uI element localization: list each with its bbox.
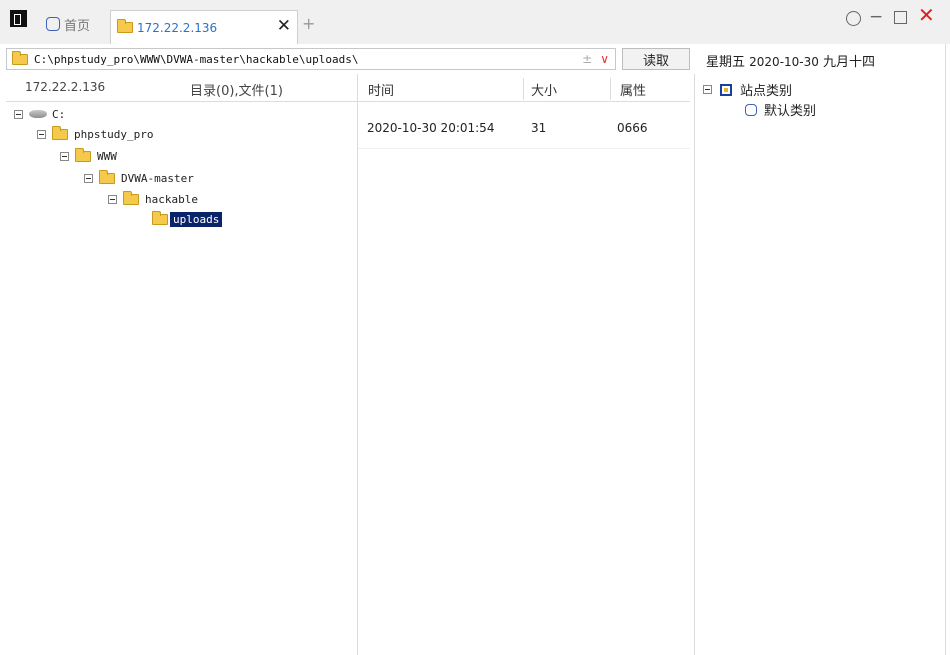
site-tree-item-label: 默认类别 [764,104,817,119]
tree-node-hackable[interactable]: hackable [108,190,198,207]
path-history-dropdown-icon[interactable]: ∨ [600,52,609,66]
tree-node-label: C: [52,107,66,121]
tree-node-drive-c[interactable]: C: [14,106,65,122]
folder-icon [117,19,133,33]
tree-node-label: WWW [97,149,117,163]
file-site-splitter[interactable] [694,74,695,655]
new-tab-icon[interactable]: + [302,14,315,33]
folder-icon [99,169,115,184]
app-logo-icon[interactable] [10,10,27,27]
tree-node-uploads[interactable]: uploads [152,210,223,227]
site-tree-root[interactable]: 站点类别 [703,80,792,99]
collapse-toggle-icon[interactable] [703,85,712,94]
dir-file-count: 目录(0),文件(1) [190,84,283,99]
path-bar[interactable]: C:\phpstudy_pro\WWW\DVWA-master\hackable… [6,48,616,70]
tab-home[interactable]: 首页 [46,12,90,36]
file-size: 31 [531,121,547,135]
minimize-icon[interactable]: − [869,8,883,26]
tree-node-phpstudy[interactable]: phpstudy_pro [37,125,154,142]
site-tree-root-label: 站点类别 [740,84,793,99]
window-close-icon[interactable]: ✕ [918,5,935,25]
title-bar: 首页 172.22.2.136 ✕ + − ✕ [0,0,950,44]
col-divider [523,78,524,100]
home-tab-icon [46,17,60,31]
collapse-toggle-icon[interactable] [60,151,69,161]
header-divider [6,101,690,102]
date-display: 星期五 2020-10-30 九月十四 [706,51,875,70]
right-border [945,44,946,655]
read-button[interactable]: 读取 [622,48,690,70]
path-input[interactable]: C:\phpstudy_pro\WWW\DVWA-master\hackable… [34,53,582,66]
window-menu-icon[interactable] [846,11,861,26]
maximize-icon[interactable] [894,11,907,24]
host-label: 172.22.2.136 [25,80,106,94]
collapse-toggle-icon[interactable] [14,109,23,119]
folder-open-icon [152,210,168,225]
tree-node-label: DVWA-master [121,171,194,185]
drive-icon [29,110,47,118]
bookmark-toggle-icon[interactable]: ± [582,52,592,66]
tree-node-dvwa[interactable]: DVWA-master [84,169,194,186]
tab-close-icon[interactable]: ✕ [277,18,291,35]
collapse-toggle-icon[interactable] [84,173,93,183]
row-separator [358,148,690,149]
tree-node-label-selected: uploads [170,211,223,227]
column-header-time[interactable]: 时间 [368,80,394,99]
date: 2020-10-30 [749,55,819,69]
lunar-date: 九月十四 [823,55,876,70]
tree-node-label: hackable [145,192,198,206]
column-header-size[interactable]: 大小 [531,80,557,99]
column-header-attr[interactable]: 属性 [620,80,646,99]
tab-active-label: 172.22.2.136 [137,20,218,35]
tab-home-label: 首页 [64,18,91,34]
col-divider [610,78,611,100]
tree-node-label: phpstudy_pro [74,127,154,141]
tree-node-www[interactable]: WWW [60,147,117,164]
folder-icon [123,190,139,205]
site-tree-item[interactable]: 默认类别 [745,100,816,119]
tree-file-splitter[interactable] [357,74,358,655]
collapse-toggle-icon[interactable] [108,194,117,204]
folder-icon [12,50,28,65]
collapse-toggle-icon[interactable] [37,129,46,139]
folder-icon [75,147,91,162]
file-attr: 0666 [617,121,648,135]
default-category-icon [745,103,757,116]
site-category-icon [720,83,732,96]
tab-active-host[interactable]: 172.22.2.136 ✕ [110,10,298,44]
file-time: 2020-10-30 20:01:54 [367,121,495,135]
folder-icon [52,125,68,140]
weekday: 星期五 [706,55,746,70]
